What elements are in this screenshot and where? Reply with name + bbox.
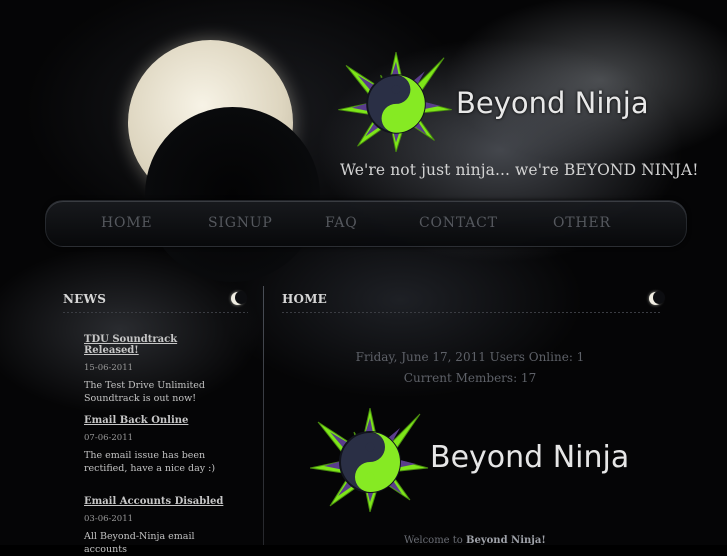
nav-faq[interactable]: FAQ <box>325 215 358 231</box>
crescent-moon-icon <box>649 291 665 305</box>
news-title-link[interactable]: Email Back Online <box>84 415 234 426</box>
site-tagline: We're not just ninja... we're BEYOND NIN… <box>340 161 699 179</box>
welcome-site-name: Beyond Ninja! <box>466 535 546 546</box>
welcome-text: Welcome to Beyond Ninja! <box>404 535 546 546</box>
status-line: Friday, June 17, 2011 Users Online: 1 <box>355 350 585 364</box>
news-item: Email Back Online 07-06-2011 The email i… <box>84 415 234 475</box>
home-logo-title: Beyond Ninja <box>430 440 630 475</box>
logo-icon <box>338 52 452 152</box>
news-title-link[interactable]: Email Accounts Disabled <box>84 496 234 507</box>
news-body: All Beyond-Ninja email accounts <box>84 531 195 555</box>
news-date: 07-06-2011 <box>84 433 134 443</box>
logo-icon <box>310 408 429 512</box>
news-body: The Test Drive Unlimited Soundtrack is o… <box>84 380 206 404</box>
news-date: 03-06-2011 <box>84 514 134 524</box>
nav-signup[interactable]: SIGNUP <box>208 215 273 231</box>
column-divider <box>263 286 264 545</box>
home-heading: HOME <box>282 292 328 306</box>
news-date: 15-06-2011 <box>84 363 134 373</box>
eclipse-shadow <box>145 107 320 282</box>
crescent-moon-icon <box>231 291 247 305</box>
welcome-prefix: Welcome to <box>404 535 463 546</box>
news-heading-rule <box>63 312 248 313</box>
news-title-link[interactable]: TDU Soundtrack Released! <box>84 334 234 356</box>
main-nav: HOME SIGNUP FAQ CONTACT OTHER <box>45 200 687 247</box>
news-item: TDU Soundtrack Released! 15-06-2011 The … <box>84 334 234 405</box>
news-heading: NEWS <box>63 292 107 306</box>
news-item: Email Accounts Disabled 03-06-2011 All B… <box>84 496 234 556</box>
nav-home[interactable]: HOME <box>101 215 152 231</box>
news-body: The email issue has been rectified, have… <box>84 450 216 474</box>
members-line: Current Members: 17 <box>403 371 537 385</box>
home-heading-rule <box>282 312 662 313</box>
nav-contact[interactable]: CONTACT <box>419 215 498 231</box>
nav-other[interactable]: OTHER <box>553 215 611 231</box>
site-title: Beyond Ninja <box>456 86 649 120</box>
